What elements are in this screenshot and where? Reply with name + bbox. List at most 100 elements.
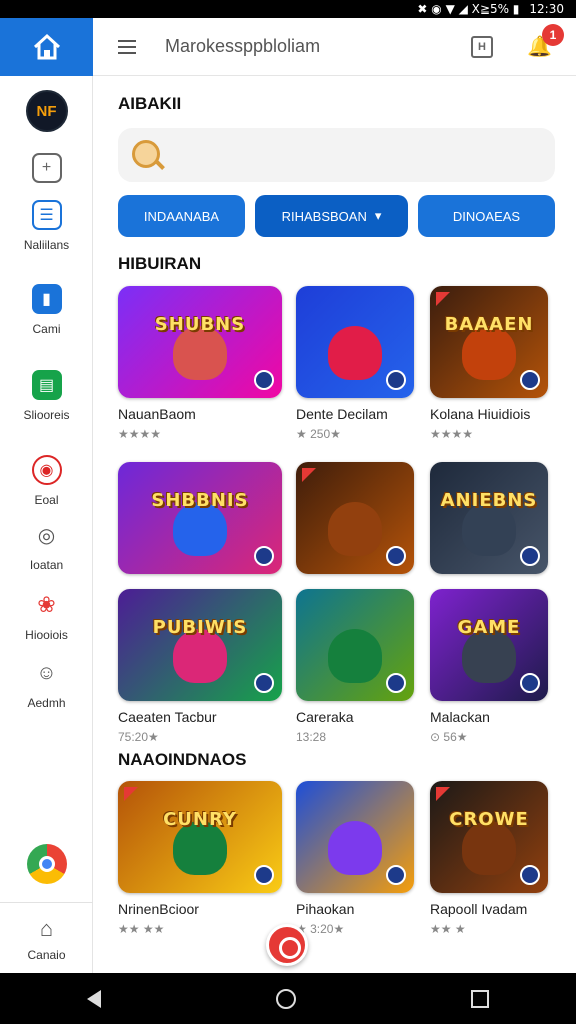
sidebar-item-7[interactable]: ☺ Aedmh [0, 658, 93, 711]
game-rating: ★★ ★ [430, 922, 466, 936]
sidebar-item-1[interactable]: ☰ Naliilans [0, 200, 93, 252]
game-thumbnail[interactable]: ANIEBNS [430, 462, 548, 574]
game-thumbnail[interactable] [296, 286, 414, 398]
sidebar-divider [0, 902, 93, 903]
play-badge-icon[interactable] [520, 546, 540, 566]
game-name: Malackan [430, 709, 490, 725]
game-rating: ★ 250★ [296, 427, 341, 441]
game-logo-text: BAAAEN [444, 314, 534, 335]
sidebar-item-6[interactable]: ❀ Hiooiois [0, 590, 93, 642]
avatar: NF [25, 90, 68, 132]
sidebar-bottom-item[interactable]: ⌂ Canaio [0, 914, 93, 962]
search-input[interactable] [118, 128, 555, 182]
main-content: AIBAKII INDAANABA RIHABSBOAN ▾ DINOAEAS H… [93, 76, 576, 973]
chrome-shortcut[interactable] [0, 844, 93, 884]
game-card[interactable]: PUBIWIS Caeaten Tacbur 75:20★ [118, 589, 282, 744]
sidebar-item-label: Hiooiois [25, 628, 68, 642]
game-card[interactable] [296, 462, 414, 582]
back-icon[interactable] [87, 989, 102, 1008]
game-thumbnail[interactable]: CUNRY [118, 781, 282, 893]
play-badge-icon[interactable] [254, 673, 274, 693]
floating-action-button[interactable] [266, 924, 308, 966]
top-app-bar: Marokessppbloliam H 🔔 1 [93, 18, 576, 76]
game-rating: 75:20★ [118, 730, 159, 744]
game-thumbnail[interactable] [296, 781, 414, 893]
game-card[interactable]: SHBBNIS [118, 462, 282, 582]
chip-label: INDAANABA [143, 208, 220, 224]
game-thumbnail[interactable] [296, 462, 414, 574]
sidebar-item-0[interactable]: + [0, 153, 93, 183]
game-card[interactable]: Pihaokan ★ 3:20★ [296, 781, 414, 936]
play-badge-icon[interactable] [520, 673, 540, 693]
filter-chips: INDAANABA RIHABSBOAN ▾ DINOAEAS [118, 195, 555, 237]
game-thumbnail[interactable]: BAAAEN [430, 286, 548, 398]
game-name: Rapooll Ivadam [430, 901, 528, 917]
home-circle-icon[interactable] [275, 988, 296, 1009]
play-badge-icon[interactable] [386, 546, 406, 566]
chip-label: DINOAEAS [452, 208, 521, 224]
sidebar-item-label: Naliilans [23, 238, 70, 252]
game-name: Pihaokan [296, 901, 355, 917]
play-badge-icon[interactable] [386, 370, 406, 390]
sidebar-item-3[interactable]: ▤ Sliooreis [0, 370, 93, 422]
game-card[interactable]: Careraka 13:28 [296, 589, 414, 744]
sidebar-item-5[interactable]: ◎ Ioatan [0, 520, 93, 573]
home-button[interactable] [0, 18, 93, 76]
game-logo-text: CROWE [449, 809, 529, 830]
status-icons: ✖ ◉ ▼ ◢ X≧5% ▮ [417, 2, 520, 16]
play-badge-icon[interactable] [386, 865, 406, 885]
sidebar-item-4[interactable]: ◉ Eoal [0, 455, 93, 507]
game-name: Kolana Hiuidiois [430, 406, 531, 422]
sidebar-item-2[interactable]: ▮ Cami [0, 284, 93, 336]
game-thumbnail[interactable]: GAME [430, 589, 548, 701]
profile-avatar[interactable]: NF [0, 90, 93, 132]
screen-icon[interactable]: H [471, 36, 493, 58]
game-card[interactable]: SHUBNS NauanBaom ★★★★ [118, 286, 282, 441]
game-thumbnail[interactable]: CROWE [430, 781, 548, 893]
game-logo-text: SHUBNS [154, 314, 246, 335]
game-logo-text: CUNRY [163, 809, 237, 830]
play-badge-icon[interactable] [520, 370, 540, 390]
chip-2[interactable]: DINOAEAS [418, 195, 555, 237]
menu-icon[interactable] [118, 40, 136, 54]
game-thumbnail[interactable]: SHUBNS [118, 286, 282, 398]
game-card[interactable]: ANIEBNS [430, 462, 548, 582]
game-card[interactable]: CROWE Rapooll Ivadam ★★ ★ [430, 781, 548, 936]
play-badge-icon[interactable] [254, 865, 274, 885]
system-nav-bar [0, 973, 576, 1024]
play-badge-icon[interactable] [386, 673, 406, 693]
recents-icon[interactable] [470, 989, 489, 1008]
chrome-icon [26, 844, 67, 884]
pinwheel-icon: ❀ [37, 592, 56, 617]
game-logo-text: GAME [457, 617, 521, 638]
hot-corner-icon [436, 787, 450, 801]
game-character-art [328, 502, 382, 556]
sidebar: NF + ☰ Naliilans ▮ Cami ▤ Sliooreis ◉ Eo… [0, 18, 93, 973]
target-icon: ◉ [31, 455, 62, 485]
game-card[interactable]: GAME Malackan ⊙ 56★ [430, 589, 548, 744]
game-grid: SHUBNS NauanBaom ★★★★ Dente Decilam ★ 250★ BA… [118, 286, 555, 973]
play-badge-icon[interactable] [254, 370, 274, 390]
game-logo-text: PUBIWIS [152, 617, 248, 638]
game-rating: 13:28 [296, 730, 327, 744]
ring-icon: ◎ [37, 524, 56, 547]
game-thumbnail[interactable] [296, 589, 414, 701]
play-badge-icon[interactable] [520, 865, 540, 885]
game-card[interactable]: Dente Decilam ★ 250★ [296, 286, 414, 441]
chip-label: RIHABSBOAN [281, 208, 367, 224]
chip-1[interactable]: RIHABSBOAN ▾ [255, 195, 408, 237]
game-logo-text: ANIEBNS [440, 490, 538, 511]
game-card[interactable]: CUNRY NrinenBcioor ★★ ★★ [118, 781, 282, 936]
app-title: Marokessppbloliam [165, 36, 321, 56]
sidebar-bottom-label: Canaio [27, 948, 66, 962]
chevron-down-icon: ▾ [374, 208, 382, 223]
game-thumbnail[interactable]: PUBIWIS [118, 589, 282, 701]
play-badge-icon[interactable] [254, 546, 274, 566]
section-title-1: HIBUIRAN [118, 254, 202, 273]
game-thumbnail[interactable]: SHBBNIS [118, 462, 282, 574]
chip-0[interactable]: INDAANABA [118, 195, 245, 237]
house-outline-icon: ⌂ [39, 916, 54, 941]
page-heading: AIBAKII [118, 94, 182, 113]
game-card[interactable]: BAAAEN Kolana Hiuidiois ★★★★ [430, 286, 548, 441]
cup-icon: ▤ [31, 370, 62, 400]
